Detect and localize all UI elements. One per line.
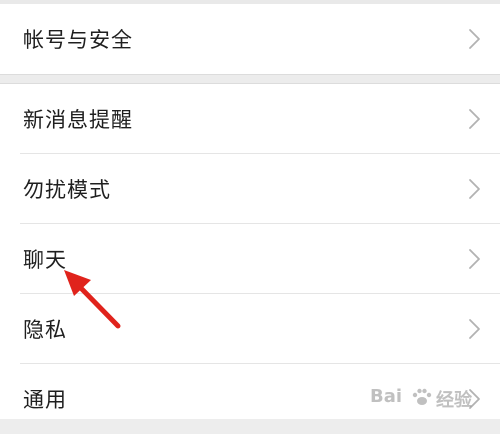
setting-label-general: 通用 bbox=[23, 388, 67, 412]
setting-row-new-message-notification[interactable]: 新消息提醒 bbox=[0, 84, 500, 154]
setting-row-chat[interactable]: 聊天 bbox=[0, 224, 500, 294]
chevron-right-icon bbox=[469, 179, 480, 199]
setting-row-general[interactable]: 通用 bbox=[0, 364, 500, 434]
settings-group-account: 帐号与安全 bbox=[0, 4, 500, 75]
setting-row-account-security[interactable]: 帐号与安全 bbox=[0, 4, 500, 74]
chevron-right-icon bbox=[469, 109, 480, 129]
chevron-right-icon bbox=[469, 249, 480, 269]
setting-label-new-message-notification: 新消息提醒 bbox=[23, 108, 133, 132]
setting-label-privacy: 隐私 bbox=[23, 318, 67, 342]
setting-label-do-not-disturb: 勿扰模式 bbox=[23, 178, 111, 202]
setting-row-privacy[interactable]: 隐私 bbox=[0, 294, 500, 364]
group-separator bbox=[0, 75, 500, 83]
chevron-right-icon bbox=[469, 389, 480, 409]
settings-group-general: 新消息提醒 勿扰模式 聊天 隐私 通用 bbox=[0, 83, 500, 419]
setting-label-chat: 聊天 bbox=[23, 248, 67, 272]
setting-row-do-not-disturb[interactable]: 勿扰模式 bbox=[0, 154, 500, 224]
settings-page: 帐号与安全 新消息提醒 勿扰模式 聊天 隐私 通用 Bai 经验 bbox=[0, 0, 500, 419]
chevron-right-icon bbox=[469, 319, 480, 339]
setting-label-account-security: 帐号与安全 bbox=[23, 28, 133, 52]
chevron-right-icon bbox=[469, 29, 480, 49]
